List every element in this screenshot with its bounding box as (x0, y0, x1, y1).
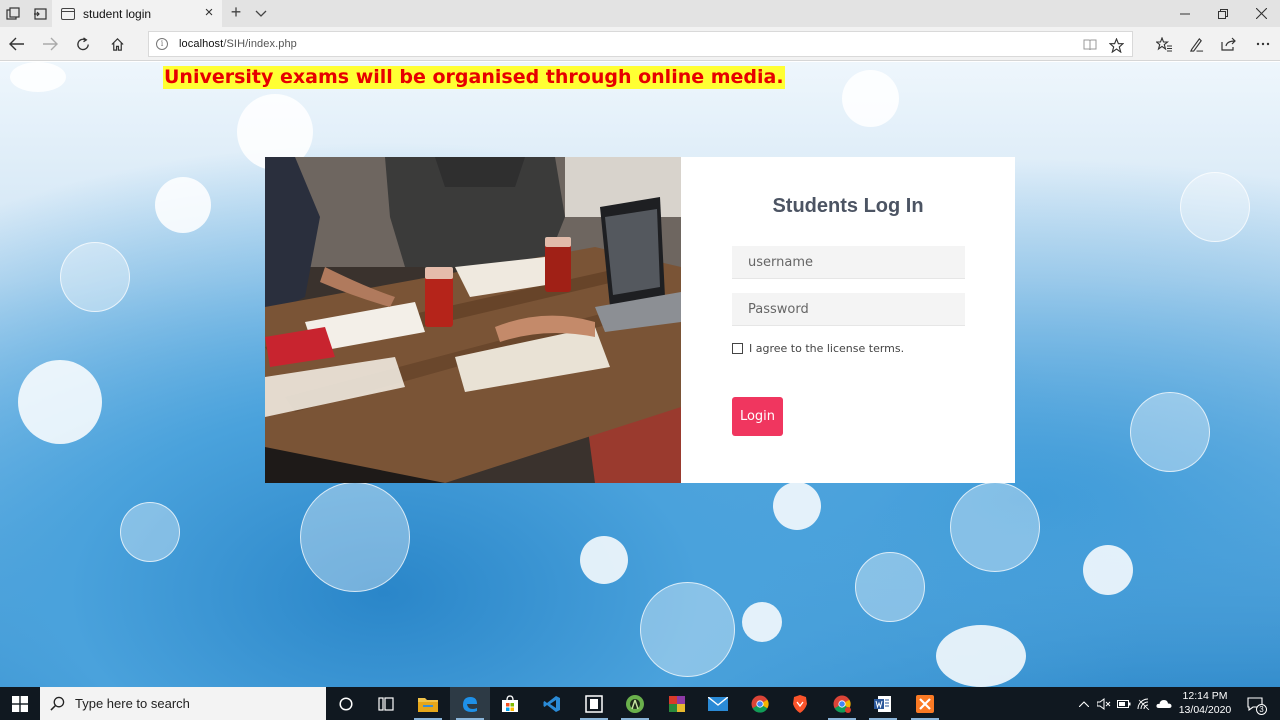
bokeh-light (580, 536, 628, 584)
license-agreement: I agree to the license terms. (732, 342, 904, 355)
refresh-icon[interactable] (70, 32, 96, 56)
clock-time: 12:14 PM (1182, 690, 1228, 702)
bokeh-light (855, 552, 925, 622)
bokeh-light (950, 482, 1040, 572)
bokeh-light (120, 502, 180, 562)
clock-date: 13/04/2020 (1178, 704, 1232, 716)
bokeh-light (18, 360, 102, 444)
show-hidden-icons-icon[interactable] (1076, 687, 1092, 720)
close-window-icon[interactable] (1242, 0, 1280, 27)
new-tab-icon[interactable]: + (226, 2, 246, 23)
word-icon[interactable] (863, 687, 903, 720)
bokeh-light (155, 177, 211, 233)
bokeh-light (300, 482, 410, 592)
mail-icon[interactable] (698, 687, 738, 720)
start-button[interactable] (0, 687, 40, 720)
bokeh-light (640, 582, 735, 677)
agree-checkbox[interactable] (732, 343, 743, 354)
more-icon[interactable] (1250, 32, 1276, 56)
cortana-icon[interactable] (326, 687, 366, 720)
username-input[interactable] (732, 246, 965, 279)
set-tabs-aside-icon[interactable] (27, 0, 53, 27)
task-view-icon[interactable] (366, 687, 406, 720)
windows-logo-icon (12, 695, 28, 712)
bokeh-light (936, 625, 1026, 687)
xampp-icon[interactable] (905, 687, 945, 720)
search-placeholder: Type here to search (75, 696, 190, 711)
site-info-icon[interactable]: i (156, 38, 168, 50)
brave-icon[interactable] (780, 687, 820, 720)
notification-count-badge: 3 (1256, 704, 1267, 715)
chrome-alt-icon[interactable] (822, 687, 862, 720)
url-input[interactable]: i localhost/SIH/index.php (148, 31, 1133, 57)
url-text: localhost/SIH/index.php (179, 38, 297, 50)
login-form: Students Log In I agree to the license t… (681, 157, 1015, 483)
pen-notes-icon[interactable] (1183, 32, 1209, 56)
students-photo (265, 157, 681, 483)
bokeh-light (10, 62, 66, 92)
app-icon[interactable] (574, 687, 614, 720)
volume-muted-icon[interactable] (1095, 687, 1113, 720)
bokeh-light (742, 602, 782, 642)
restore-icon[interactable] (1204, 0, 1242, 27)
favorite-star-icon[interactable] (1107, 36, 1125, 54)
close-tab-icon[interactable]: × (202, 5, 216, 20)
forward-icon[interactable] (37, 32, 63, 56)
vscode-icon[interactable] (532, 687, 572, 720)
login-title: Students Log In (772, 195, 924, 217)
bokeh-light (842, 70, 899, 127)
tab-manager-icon[interactable] (0, 0, 26, 27)
agree-label: I agree to the license terms. (749, 342, 905, 355)
login-button[interactable]: Login (732, 397, 783, 436)
bokeh-light (1130, 392, 1210, 472)
action-center-icon[interactable]: 3 (1242, 687, 1268, 720)
address-bar: i localhost/SIH/index.php (0, 27, 1280, 61)
chrome-icon[interactable] (740, 687, 780, 720)
bokeh-light (60, 242, 130, 312)
browser-tab-bar: student login × + (0, 0, 1280, 27)
windows-taskbar: Type here to search 12:14 PM 13/04/2020 … (0, 687, 1280, 720)
favorites-icon[interactable] (1151, 32, 1177, 56)
reading-view-icon[interactable] (1081, 36, 1099, 54)
network-icon[interactable] (1136, 687, 1152, 720)
share-icon[interactable] (1216, 32, 1242, 56)
battery-icon[interactable] (1116, 687, 1132, 720)
password-input[interactable] (732, 293, 965, 326)
bokeh-light (1083, 545, 1133, 595)
minimize-icon[interactable] (1166, 0, 1204, 27)
home-icon[interactable] (104, 32, 130, 56)
tab-student-login[interactable]: student login × (52, 0, 222, 27)
page-background: University exams will be organised throu… (0, 62, 1280, 687)
store-icon[interactable] (490, 687, 530, 720)
back-icon[interactable] (4, 32, 30, 56)
clock[interactable]: 12:14 PM 13/04/2020 (1170, 689, 1240, 717)
edge-icon[interactable] (450, 687, 490, 720)
android-studio-icon[interactable] (615, 687, 655, 720)
chevron-down-icon[interactable] (254, 6, 268, 20)
bokeh-light (773, 482, 821, 530)
bokeh-light (1180, 172, 1250, 242)
winrar-icon[interactable] (657, 687, 697, 720)
announcement-marquee: University exams will be organised throu… (163, 66, 785, 89)
url-host: localhost (179, 38, 224, 50)
taskbar-search[interactable]: Type here to search (40, 687, 326, 720)
page-icon (61, 7, 75, 20)
search-icon (50, 696, 65, 711)
tab-title: student login (83, 6, 152, 21)
login-card: Students Log In I agree to the license t… (265, 157, 1015, 483)
file-explorer-icon[interactable] (408, 687, 448, 720)
url-path: /SIH/index.php (223, 38, 297, 50)
